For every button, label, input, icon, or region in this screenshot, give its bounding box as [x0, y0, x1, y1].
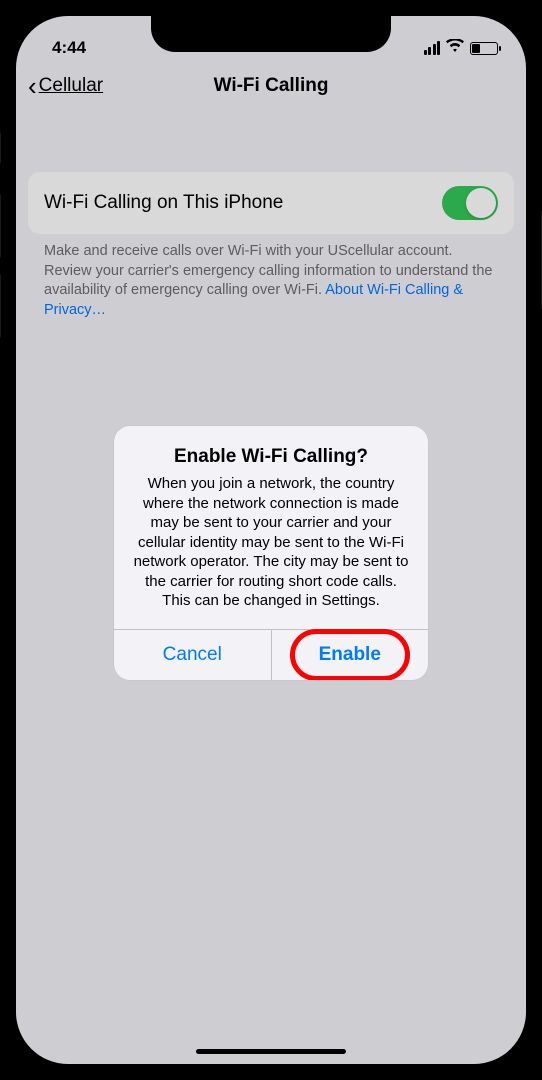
alert-title: Enable Wi-Fi Calling? [132, 446, 410, 468]
home-indicator[interactable] [196, 1049, 346, 1054]
mute-switch [0, 132, 1, 164]
cancel-button[interactable]: Cancel [114, 630, 272, 680]
notch [151, 16, 391, 52]
volume-up-button [0, 194, 1, 258]
alert-body: Enable Wi-Fi Calling? When you join a ne… [114, 426, 428, 629]
enable-button-label: Enable [319, 644, 381, 665]
screen: 4:44 ‹ Cellular Wi-Fi Calling Wi-Fi Call… [16, 16, 526, 1064]
alert-message: When you join a network, the country whe… [132, 474, 410, 611]
phone-frame: 4:44 ‹ Cellular Wi-Fi Calling Wi-Fi Call… [0, 0, 542, 1080]
alert-buttons: Cancel Enable [114, 629, 428, 680]
enable-wifi-calling-alert: Enable Wi-Fi Calling? When you join a ne… [114, 426, 428, 680]
volume-down-button [0, 274, 1, 338]
enable-button[interactable]: Enable [272, 630, 429, 680]
